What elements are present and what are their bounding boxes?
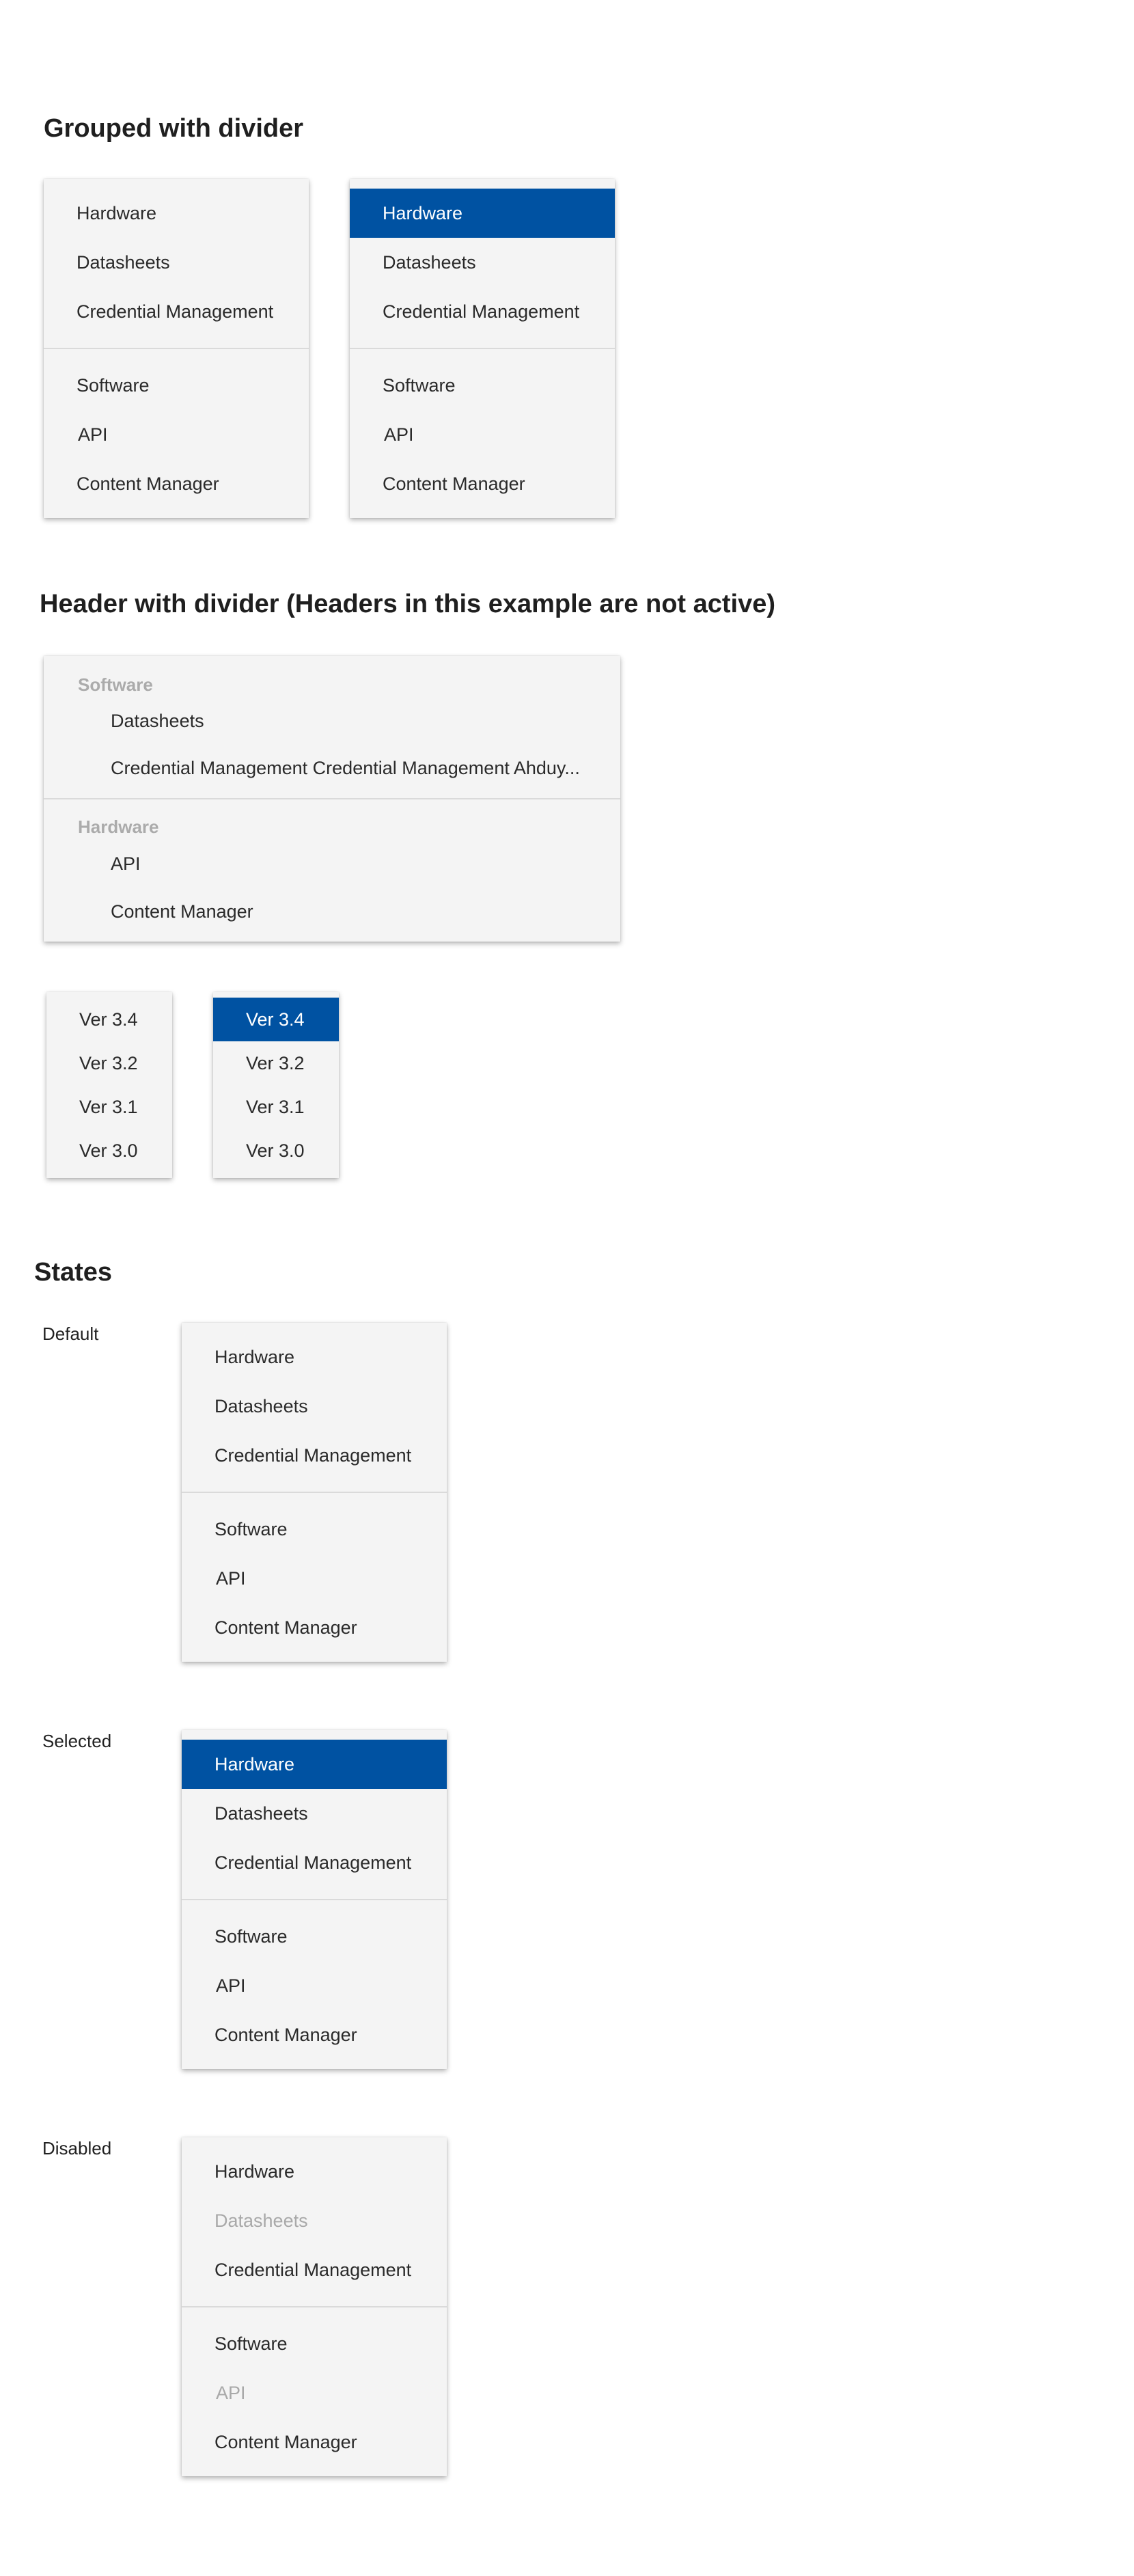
menu-item-content-manager[interactable]: Content Manager xyxy=(182,1603,447,1652)
menu-item-api[interactable]: API xyxy=(44,410,309,459)
section-title-states: States xyxy=(34,1258,113,1287)
group-header-hardware: Hardware xyxy=(78,817,159,837)
menu-item-software[interactable]: Software xyxy=(182,1912,447,1961)
menu-item-credential-management[interactable]: Credential Management xyxy=(44,287,309,336)
menu-item-hardware-selected[interactable]: Hardware xyxy=(182,1740,447,1789)
menu-item-api[interactable]: API xyxy=(44,842,620,886)
version-item-3-4-selected[interactable]: Ver 3.4 xyxy=(213,998,339,1041)
menu-divider xyxy=(182,1492,447,1493)
menu-item-credential-management[interactable]: Credential Management xyxy=(182,1431,447,1480)
group-header-software: Software xyxy=(78,674,153,695)
menu-item-datasheets[interactable]: Datasheets xyxy=(182,1382,447,1431)
menu-item-datasheets[interactable]: Datasheets xyxy=(44,238,309,287)
states-menu-selected: Hardware Datasheets Credential Managemen… xyxy=(182,1730,447,2069)
state-label-disabled: Disabled xyxy=(42,2138,112,2159)
menu-item-software[interactable]: Software xyxy=(350,361,615,410)
version-menu-selected: Ver 3.4 Ver 3.2 Ver 3.1 Ver 3.0 xyxy=(213,992,339,1178)
version-item-3-1[interactable]: Ver 3.1 xyxy=(46,1085,172,1129)
menu-item-credential-management[interactable]: Credential Management xyxy=(182,2245,447,2294)
section-title-header: Header with divider (Headers in this exa… xyxy=(40,590,776,618)
menu-item-content-manager[interactable]: Content Manager xyxy=(182,2010,447,2059)
version-item-3-0[interactable]: Ver 3.0 xyxy=(46,1129,172,1173)
menu-item-software[interactable]: Software xyxy=(44,361,309,410)
menu-item-credential-management[interactable]: Credential Management xyxy=(182,1838,447,1887)
header-menu: Software Datasheets Credential Managemen… xyxy=(44,656,620,942)
menu-item-content-manager[interactable]: Content Manager xyxy=(44,459,309,508)
menu-item-credential-management-long[interactable]: Credential Management Credential Managem… xyxy=(44,742,620,794)
menu-divider xyxy=(44,348,309,349)
version-item-3-4[interactable]: Ver 3.4 xyxy=(46,998,172,1041)
menu-item-api-disabled: API xyxy=(216,2383,246,2403)
state-label-default: Default xyxy=(42,1324,99,1344)
grouped-menu-selected: Hardware Datasheets Credential Managemen… xyxy=(350,179,615,518)
menu-item-credential-management[interactable]: Credential Management xyxy=(350,287,615,336)
section-title-grouped: Grouped with divider xyxy=(44,114,304,143)
menu-item-datasheets[interactable]: Datasheets xyxy=(44,700,620,742)
menu-item-software[interactable]: Software xyxy=(182,2319,447,2368)
menu-item-software[interactable]: Software xyxy=(182,1505,447,1554)
menu-item-hardware-selected[interactable]: Hardware xyxy=(350,189,615,238)
menu-item-content-manager[interactable]: Content Manager xyxy=(182,2417,447,2467)
states-menu-default: Hardware Datasheets Credential Managemen… xyxy=(182,1323,447,1662)
menu-item-api[interactable]: API xyxy=(182,1554,447,1603)
state-label-selected: Selected xyxy=(42,1731,112,1751)
states-menu-disabled: Hardware Datasheets Credential Managemen… xyxy=(182,2137,447,2476)
menu-item-hardware[interactable]: Hardware xyxy=(44,189,309,238)
menu-item-content-manager[interactable]: Content Manager xyxy=(350,459,615,508)
menu-item-api[interactable]: API xyxy=(182,1961,447,2010)
version-item-3-2[interactable]: Ver 3.2 xyxy=(213,1041,339,1085)
version-item-3-2[interactable]: Ver 3.2 xyxy=(46,1041,172,1085)
version-item-3-1[interactable]: Ver 3.1 xyxy=(213,1085,339,1129)
menu-item-api[interactable]: API xyxy=(350,410,615,459)
version-menu-default: Ver 3.4 Ver 3.2 Ver 3.1 Ver 3.0 xyxy=(46,992,172,1178)
menu-item-content-manager[interactable]: Content Manager xyxy=(44,886,620,937)
menu-item-datasheets[interactable]: Datasheets xyxy=(350,238,615,287)
grouped-menu-default: Hardware Datasheets Credential Managemen… xyxy=(44,179,309,518)
menu-item-datasheets[interactable]: Datasheets xyxy=(182,1789,447,1838)
menu-divider xyxy=(182,2306,447,2307)
menu-divider xyxy=(350,348,615,349)
menu-item-hardware[interactable]: Hardware xyxy=(182,1332,447,1382)
menu-divider xyxy=(182,1899,447,1900)
menu-item-hardware[interactable]: Hardware xyxy=(182,2147,447,2196)
menu-divider xyxy=(44,798,620,799)
menu-item-datasheets-disabled: Datasheets xyxy=(215,2210,308,2231)
version-item-3-0[interactable]: Ver 3.0 xyxy=(213,1129,339,1173)
